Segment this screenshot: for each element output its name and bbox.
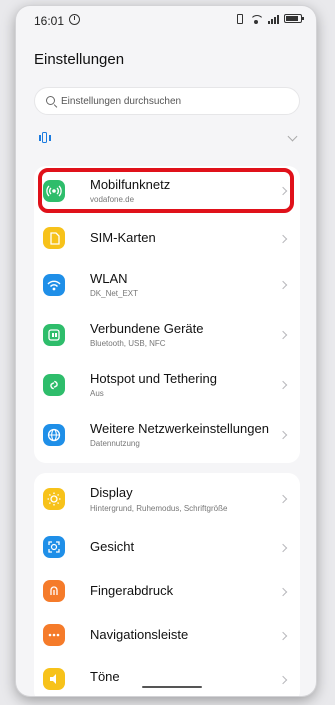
display-icon [43, 488, 65, 510]
chevron-right-icon [278, 631, 288, 641]
status-bar: 16:01 [16, 6, 316, 34]
connected-devices-icon [43, 324, 65, 346]
settings-item-toene[interactable]: Töne [34, 657, 300, 696]
settings-item-subtitle: Hintergrund, Ruhemodus, Schriftgröße [90, 504, 228, 513]
settings-item-subtitle: Bluetooth, USB, NFC [90, 339, 166, 348]
home-indicator[interactable] [142, 686, 202, 688]
chevron-right-icon [278, 430, 288, 440]
sound-icon [43, 668, 65, 690]
settings-item-weitere-netzwerkeinstellungen[interactable]: Weitere Netzwerkeinstellungen Datennutzu… [34, 410, 300, 463]
settings-item-label: WLAN [90, 271, 128, 286]
globe-icon [43, 424, 65, 446]
settings-item-wlan[interactable]: WLAN DK_Net_EXT [34, 260, 300, 310]
settings-item-label: Hotspot und Tethering [90, 371, 217, 386]
settings-item-subtitle: Datennutzung [90, 439, 140, 448]
vibrate-mode-icon [234, 13, 244, 24]
settings-item-label: SIM-Karten [90, 230, 156, 245]
vibrate-icon[interactable] [38, 132, 52, 144]
status-time: 16:01 [34, 14, 65, 28]
chevron-right-icon [278, 494, 288, 504]
chevron-down-icon[interactable] [287, 131, 298, 142]
search-icon [46, 96, 55, 105]
network-settings-card: Mobilfunknetz vodafone.de SIM-Karten WLA… [34, 166, 300, 463]
chevron-right-icon [278, 234, 288, 244]
alarm-icon [69, 14, 80, 25]
settings-item-label: Verbundene Geräte [90, 321, 204, 336]
chevron-right-icon [278, 380, 288, 390]
page-title: Einstellungen [34, 51, 125, 68]
settings-item-label: Töne [90, 669, 120, 684]
sound-mode-row[interactable] [34, 122, 300, 154]
search-bar[interactable] [34, 87, 300, 115]
battery-icon [284, 14, 304, 23]
device-settings-card: Display Hintergrund, Ruhemodus, Schriftg… [34, 473, 300, 696]
settings-item-hotspot[interactable]: Hotspot und Tethering Aus [34, 360, 300, 410]
settings-item-verbundene-geraete[interactable]: Verbundene Geräte Bluetooth, USB, NFC [34, 310, 300, 360]
settings-item-label: Fingerabdruck [90, 583, 174, 598]
settings-item-subtitle: DK_Net_EXT [90, 289, 139, 298]
fingerprint-icon [43, 580, 65, 602]
chevron-right-icon [278, 587, 288, 597]
signal-strength-icon [268, 13, 279, 24]
face-icon [43, 536, 65, 558]
settings-item-display[interactable]: Display Hintergrund, Ruhemodus, Schriftg… [34, 473, 300, 525]
chevron-right-icon [278, 675, 288, 685]
wifi-status-icon [249, 13, 263, 24]
settings-item-label: Weitere Netzwerkeinstellungen [90, 421, 269, 436]
settings-item-fingerabdruck[interactable]: Fingerabdruck [34, 569, 300, 613]
wifi-icon [43, 274, 65, 296]
settings-item-subtitle: Aus [90, 389, 104, 398]
settings-item-label: Navigationsleiste [90, 627, 189, 642]
settings-item-gesicht[interactable]: Gesicht [34, 525, 300, 569]
hotspot-icon [43, 374, 65, 396]
settings-item-navigationsleiste[interactable]: Navigationsleiste [34, 613, 300, 657]
chevron-right-icon [278, 330, 288, 340]
status-icons [234, 13, 304, 24]
navigation-bar-icon [43, 624, 65, 646]
settings-item-mobilfunknetz[interactable]: Mobilfunknetz vodafone.de [34, 166, 300, 216]
chevron-right-icon [278, 543, 288, 553]
search-input[interactable] [61, 88, 291, 114]
phone-screen: 16:01 Einstellungen Mobilfunknetz vodafo… [16, 6, 316, 696]
settings-item-label: Gesicht [90, 539, 135, 554]
settings-item-sim-karten[interactable]: SIM-Karten [34, 216, 300, 260]
chevron-right-icon [278, 280, 288, 290]
highlight-box [38, 168, 294, 213]
settings-item-label: Display [90, 485, 133, 500]
sim-card-icon [43, 227, 65, 249]
